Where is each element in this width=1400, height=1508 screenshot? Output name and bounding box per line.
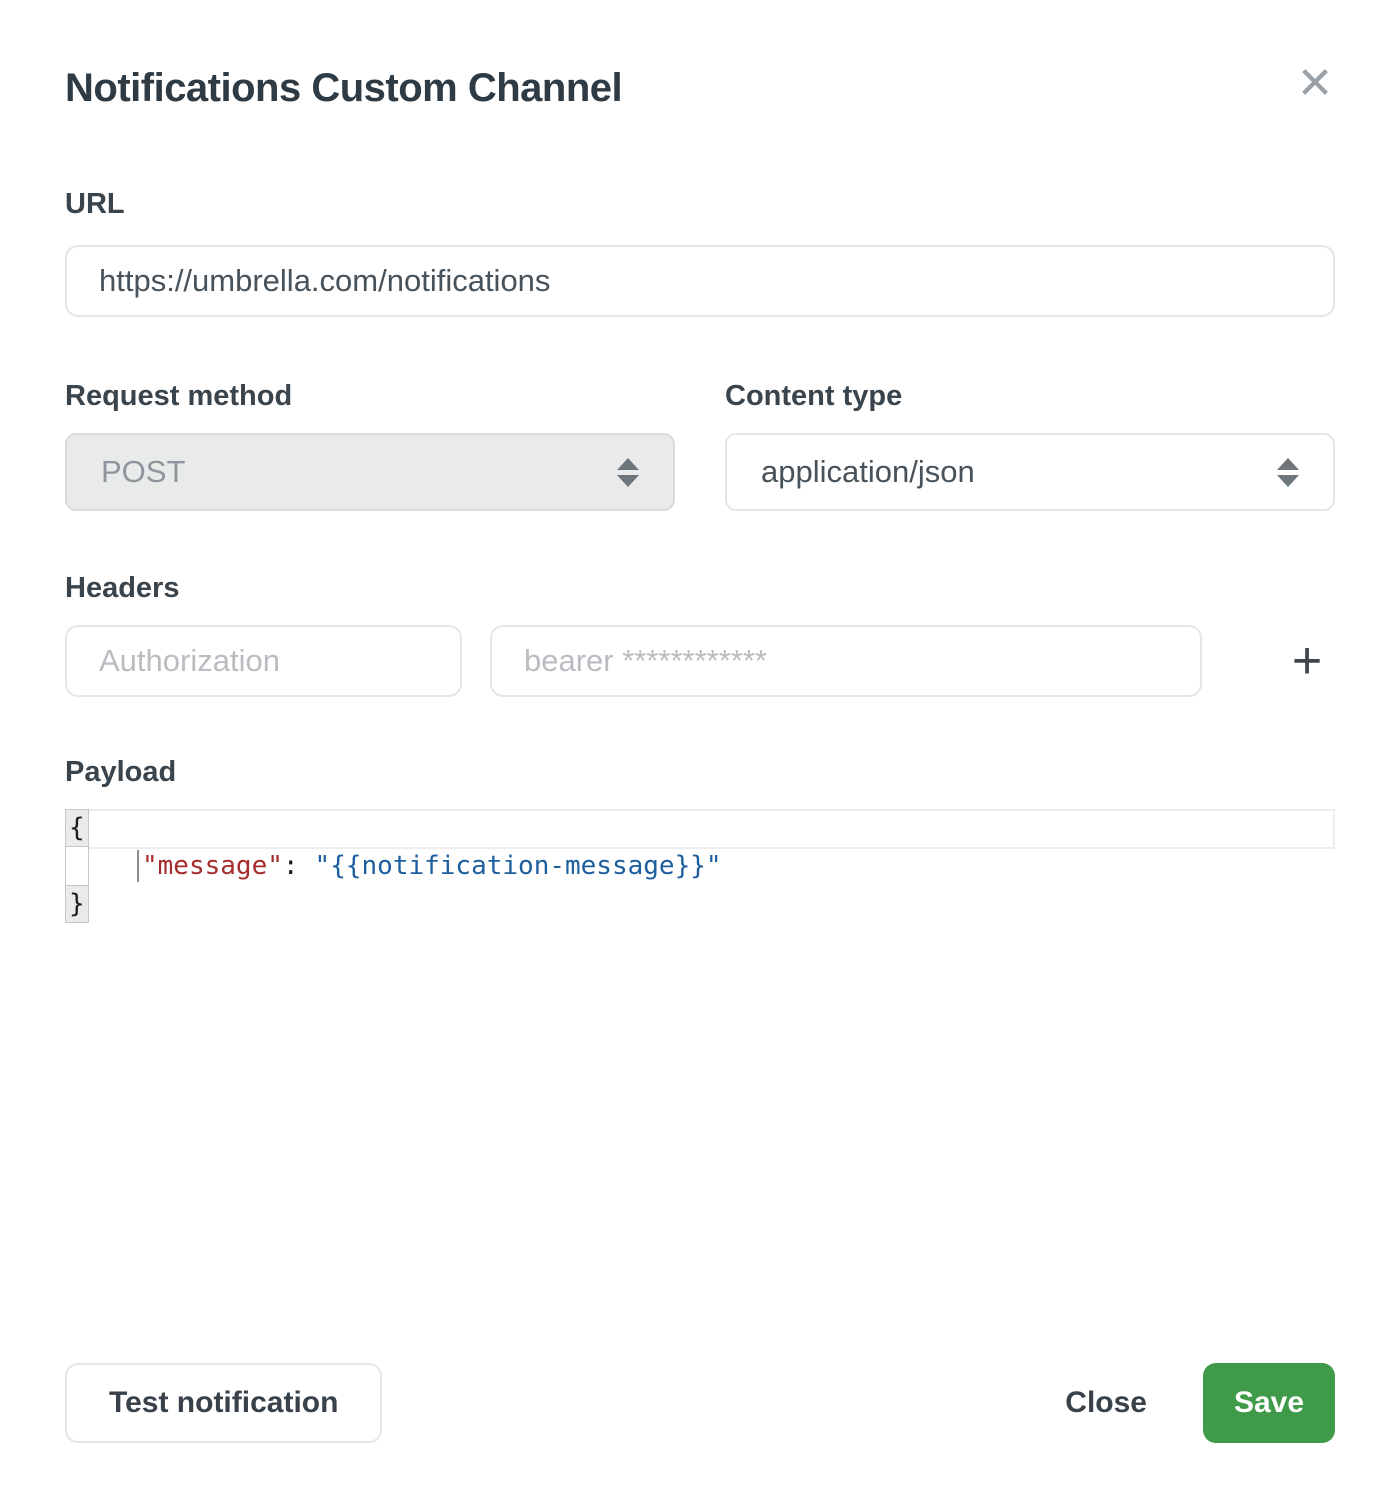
select-arrows-icon [617,458,639,487]
payload-line-2: "message" : "{{notification-message}}" [65,847,1335,885]
request-method-value: POST [101,454,185,490]
payload-editor[interactable]: { "message" : "{{notification-message}}"… [65,809,1335,923]
text-cursor [137,850,139,882]
editor-gutter [65,847,89,885]
header-name-input[interactable] [65,625,462,697]
close-brace: } [65,885,89,923]
json-colon: : [283,847,299,885]
request-method-select[interactable]: POST [65,433,675,511]
content-type-value: application/json [761,454,975,490]
json-value: "{{notification-message}}" [315,847,722,885]
headers-row: + [65,625,1335,697]
close-button[interactable]: Close [1065,1363,1147,1443]
page-title: Notifications Custom Channel [65,66,1335,111]
payload-line-1: { [65,809,1335,847]
headers-label: Headers [65,571,1335,605]
save-button[interactable]: Save [1203,1363,1335,1443]
content-type-select[interactable]: application/json [725,433,1335,511]
modal-footer: Test notification Close Save [65,1363,1335,1443]
content-type-label: Content type [725,379,1335,413]
payload-label: Payload [65,755,1335,789]
json-property: "message" [142,847,283,885]
header-value-input[interactable] [490,625,1202,697]
close-icon[interactable]: ✕ [1291,60,1339,108]
add-header-icon[interactable]: + [1279,633,1335,689]
select-arrows-icon [1277,458,1299,487]
open-brace: { [65,809,89,847]
modal-header: Notifications Custom Channel ✕ [65,0,1335,111]
request-method-label: Request method [65,379,675,413]
test-notification-button[interactable]: Test notification [65,1363,382,1443]
active-line-box [65,809,1335,849]
url-input[interactable] [65,245,1335,317]
notification-channel-modal: Notifications Custom Channel ✕ URL Reque… [0,0,1400,1508]
payload-line-3: } [65,885,1335,923]
url-label: URL [65,187,1335,221]
